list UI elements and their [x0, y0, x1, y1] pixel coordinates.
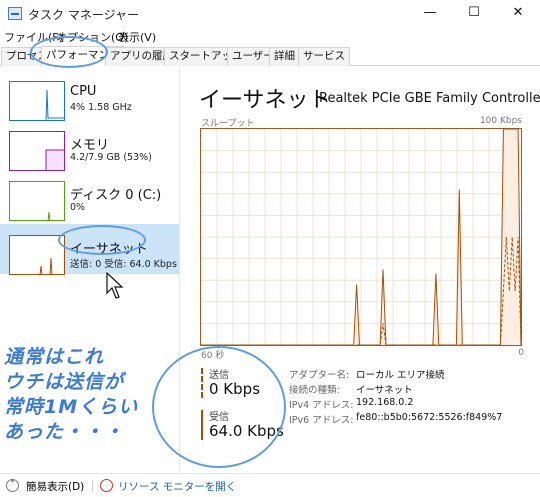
highlight-circle-ethernet — [58, 225, 146, 255]
sidebar-item-memory[interactable]: メモリ 4.2/7.9 GB (53%) — [0, 120, 179, 171]
maximize-button[interactable]: ☐ — [452, 0, 496, 28]
sidebar-item-label: メモリ — [70, 138, 110, 153]
chevron-up-icon[interactable]: ˄ — [6, 479, 19, 492]
page-title: イーサネット — [199, 88, 331, 113]
footer-divider — [92, 480, 93, 492]
task-manager-icon — [8, 7, 22, 20]
highlight-circle-performance-tab — [30, 36, 108, 68]
sidebar-item-detail: 0% — [70, 202, 86, 213]
ethernet-thumbnail-graph — [9, 235, 65, 275]
sidebar-item-detail: 4.2/7.9 GB (53%) — [70, 152, 152, 163]
info-key-adapter: アダプター名: — [289, 370, 350, 381]
chart-label-max: 100 Kbps — [479, 116, 522, 126]
close-button[interactable]: ✕ — [496, 0, 540, 28]
throughput-chart-svg — [201, 129, 521, 345]
tab-details[interactable]: 詳細 — [269, 47, 300, 66]
resource-monitor-icon — [100, 479, 113, 492]
highlight-circle-send-receive — [152, 346, 286, 468]
menu-view[interactable]: 表示(V) — [118, 29, 156, 45]
info-value-adapter: ローカル エリア接続 — [356, 370, 445, 381]
disk-thumbnail-graph — [9, 181, 65, 221]
note-line: 通常はこれ — [4, 346, 105, 368]
throughput-chart — [200, 128, 522, 346]
sidebar-item-cpu[interactable]: CPU 4% 1.58 GHz — [0, 70, 179, 121]
note-line: あった・・・ — [4, 421, 125, 443]
info-key-connection-type: 接続の種類: — [289, 385, 340, 396]
info-value-ipv4: 192.168.0.2 — [356, 397, 414, 408]
sidebar-item-detail: 4% 1.58 GHz — [70, 102, 132, 113]
title-bar: タスク マネージャー — ☐ ✕ — [0, 0, 540, 28]
note-line: 常時1Mくらい — [4, 396, 139, 418]
sidebar-item-disk[interactable]: ディスク 0 (C:) 0% — [0, 170, 179, 221]
simple-view-link[interactable]: 簡易表示(D) — [26, 479, 84, 494]
info-key-ipv4: IPv4 アドレス: — [289, 400, 354, 411]
adapter-name: Realtek PCIe GBE Family Controller — [319, 91, 540, 106]
minimize-button[interactable]: — — [408, 0, 452, 28]
footer-bar: ˄ 簡易表示(D) リソース モニターを開く — [0, 473, 540, 497]
sidebar-item-label: ディスク 0 (C:) — [70, 188, 162, 203]
note-line: ウチは送信が — [4, 371, 125, 393]
sidebar-item-label: CPU — [70, 84, 97, 99]
tab-services[interactable]: サービス — [298, 47, 350, 66]
sidebar-item-detail: 送信: 0 受信: 64.0 Kbps — [70, 259, 177, 270]
resource-monitor-link[interactable]: リソース モニターを開く — [118, 479, 236, 494]
window-title: タスク マネージャー — [28, 8, 139, 22]
info-key-ipv6: IPv6 アドレス: — [289, 415, 354, 426]
info-value-connection-type: イーサネット — [356, 385, 413, 396]
handwritten-note: 通常はこれ ウチは送信が 常時1Mくらい あった・・・ — [4, 345, 138, 445]
mouse-cursor-icon — [106, 272, 124, 299]
chart-label-zero: 0 — [518, 348, 524, 358]
info-value-ipv6: fe80::b5b0:5672:5526:f849%7 — [356, 412, 503, 423]
memory-thumbnail-graph — [9, 131, 65, 171]
cpu-thumbnail-graph — [9, 81, 65, 121]
